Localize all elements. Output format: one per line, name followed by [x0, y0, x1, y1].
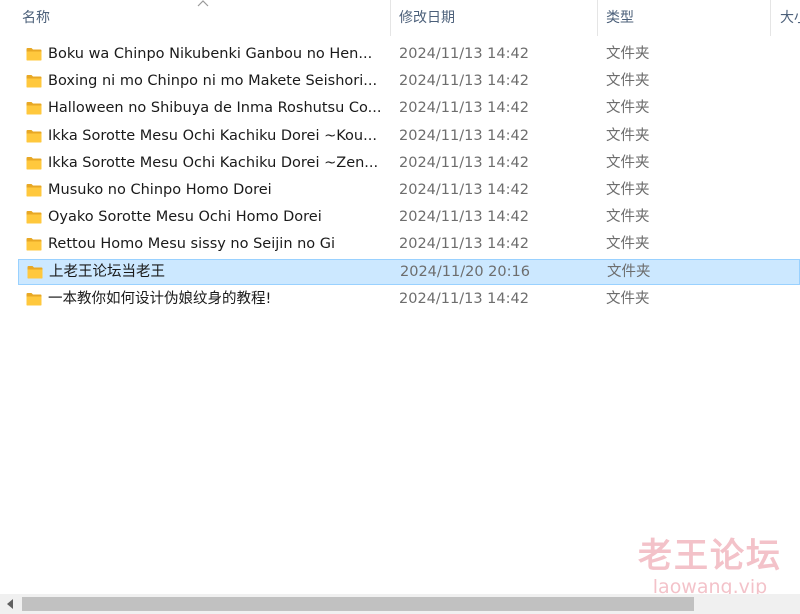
file-type: 文件夹 [606, 73, 650, 90]
watermark-cn: 老王论坛 [638, 536, 782, 576]
scroll-left-arrow-icon[interactable] [6, 599, 14, 609]
file-date-modified: 2024/11/13 14:42 [399, 46, 529, 62]
file-type: 文件夹 [606, 181, 650, 198]
folder-icon [26, 129, 42, 143]
file-row[interactable]: Halloween no Shibuya de Inma Roshutsu Co… [18, 95, 800, 121]
file-date-modified: 2024/11/13 14:42 [399, 154, 529, 171]
folder-icon [26, 156, 42, 170]
file-row[interactable]: Rettou Homo Mesu sissy no Seijin no Gi 2… [18, 231, 800, 257]
file-date-modified: 2024/11/20 20:16 [400, 263, 530, 280]
folder-icon [26, 238, 42, 251]
column-divider[interactable] [390, 0, 391, 36]
horizontal-scrollbar[interactable] [0, 594, 800, 614]
folder-icon [27, 265, 43, 278]
file-date-modified: 2024/11/13 14:42 [399, 209, 529, 226]
column-header-type[interactable]: 类型 [606, 0, 766, 36]
file-date-modified: 2024/11/13 14:42 [399, 127, 529, 144]
file-type: 文件夹 [606, 100, 650, 117]
file-type: 文件夹 [606, 127, 650, 144]
file-name: 一本教你如何设计伪娘纹身的教程! [48, 290, 272, 307]
file-row-selected[interactable]: 上老王论坛当老王 2024/11/20 20:16 文件夹 [18, 258, 800, 285]
scrollbar-thumb[interactable] [22, 597, 694, 611]
folder-icon [26, 48, 42, 61]
file-date-modified: 2024/11/13 14:42 [399, 290, 529, 307]
file-name: Ikka Sorotte Mesu Ochi Kachiku Dorei ~Ko… [48, 127, 377, 144]
file-name: Boxing ni mo Chinpo ni mo Makete Seishor… [48, 73, 378, 90]
file-name: Musuko no Chinpo Homo Dorei [48, 181, 272, 198]
column-header-bar: 名称 修改日期 类型 大小 [0, 0, 800, 36]
file-type: 文件夹 [606, 290, 650, 307]
file-name: Boku wa Chinpo Nikubenki Ganbou no Hen..… [48, 46, 373, 62]
file-type: 文件夹 [607, 263, 651, 280]
file-name: Ikka Sorotte Mesu Ochi Kachiku Dorei ~Ze… [48, 154, 379, 171]
column-header-size[interactable]: 大小 [780, 0, 800, 36]
file-date-modified: 2024/11/13 14:42 [399, 73, 529, 90]
file-type: 文件夹 [606, 236, 650, 253]
file-type: 文件夹 [606, 154, 650, 171]
file-row[interactable]: Ikka Sorotte Mesu Ochi Kachiku Dorei ~Ze… [18, 150, 800, 176]
file-row[interactable]: Ikka Sorotte Mesu Ochi Kachiku Dorei ~Ko… [18, 123, 800, 149]
file-name: 上老王论坛当老王 [49, 263, 165, 280]
file-name: Halloween no Shibuya de Inma Roshutsu Co… [48, 100, 382, 117]
column-divider[interactable] [770, 0, 771, 36]
column-divider[interactable] [597, 0, 598, 36]
file-list: Boku wa Chinpo Nikubenki Ganbou no Hen..… [0, 41, 800, 313]
file-type: 文件夹 [606, 46, 650, 62]
folder-icon [26, 292, 42, 306]
folder-icon [26, 211, 42, 224]
folder-icon [26, 75, 42, 88]
folder-icon [26, 183, 42, 197]
file-type: 文件夹 [606, 209, 650, 226]
file-date-modified: 2024/11/13 14:42 [399, 181, 529, 198]
file-row[interactable]: Oyako Sorotte Mesu Ochi Homo Dorei 2024/… [18, 204, 800, 230]
file-date-modified: 2024/11/13 14:42 [399, 100, 529, 117]
file-row[interactable]: Boku wa Chinpo Nikubenki Ganbou no Hen..… [18, 41, 800, 67]
column-header-date-modified[interactable]: 修改日期 [399, 0, 589, 36]
file-row[interactable]: 一本教你如何设计伪娘纹身的教程! 2024/11/13 14:42 文件夹 [18, 286, 800, 312]
file-name: Oyako Sorotte Mesu Ochi Homo Dorei [48, 209, 322, 226]
file-name: Rettou Homo Mesu sissy no Seijin no Gi [48, 236, 336, 253]
column-header-name[interactable]: 名称 [22, 0, 382, 36]
file-row[interactable]: Boxing ni mo Chinpo ni mo Makete Seishor… [18, 68, 800, 94]
file-date-modified: 2024/11/13 14:42 [399, 236, 529, 253]
folder-icon [26, 102, 42, 115]
file-row[interactable]: Musuko no Chinpo Homo Dorei 2024/11/13 1… [18, 177, 800, 203]
